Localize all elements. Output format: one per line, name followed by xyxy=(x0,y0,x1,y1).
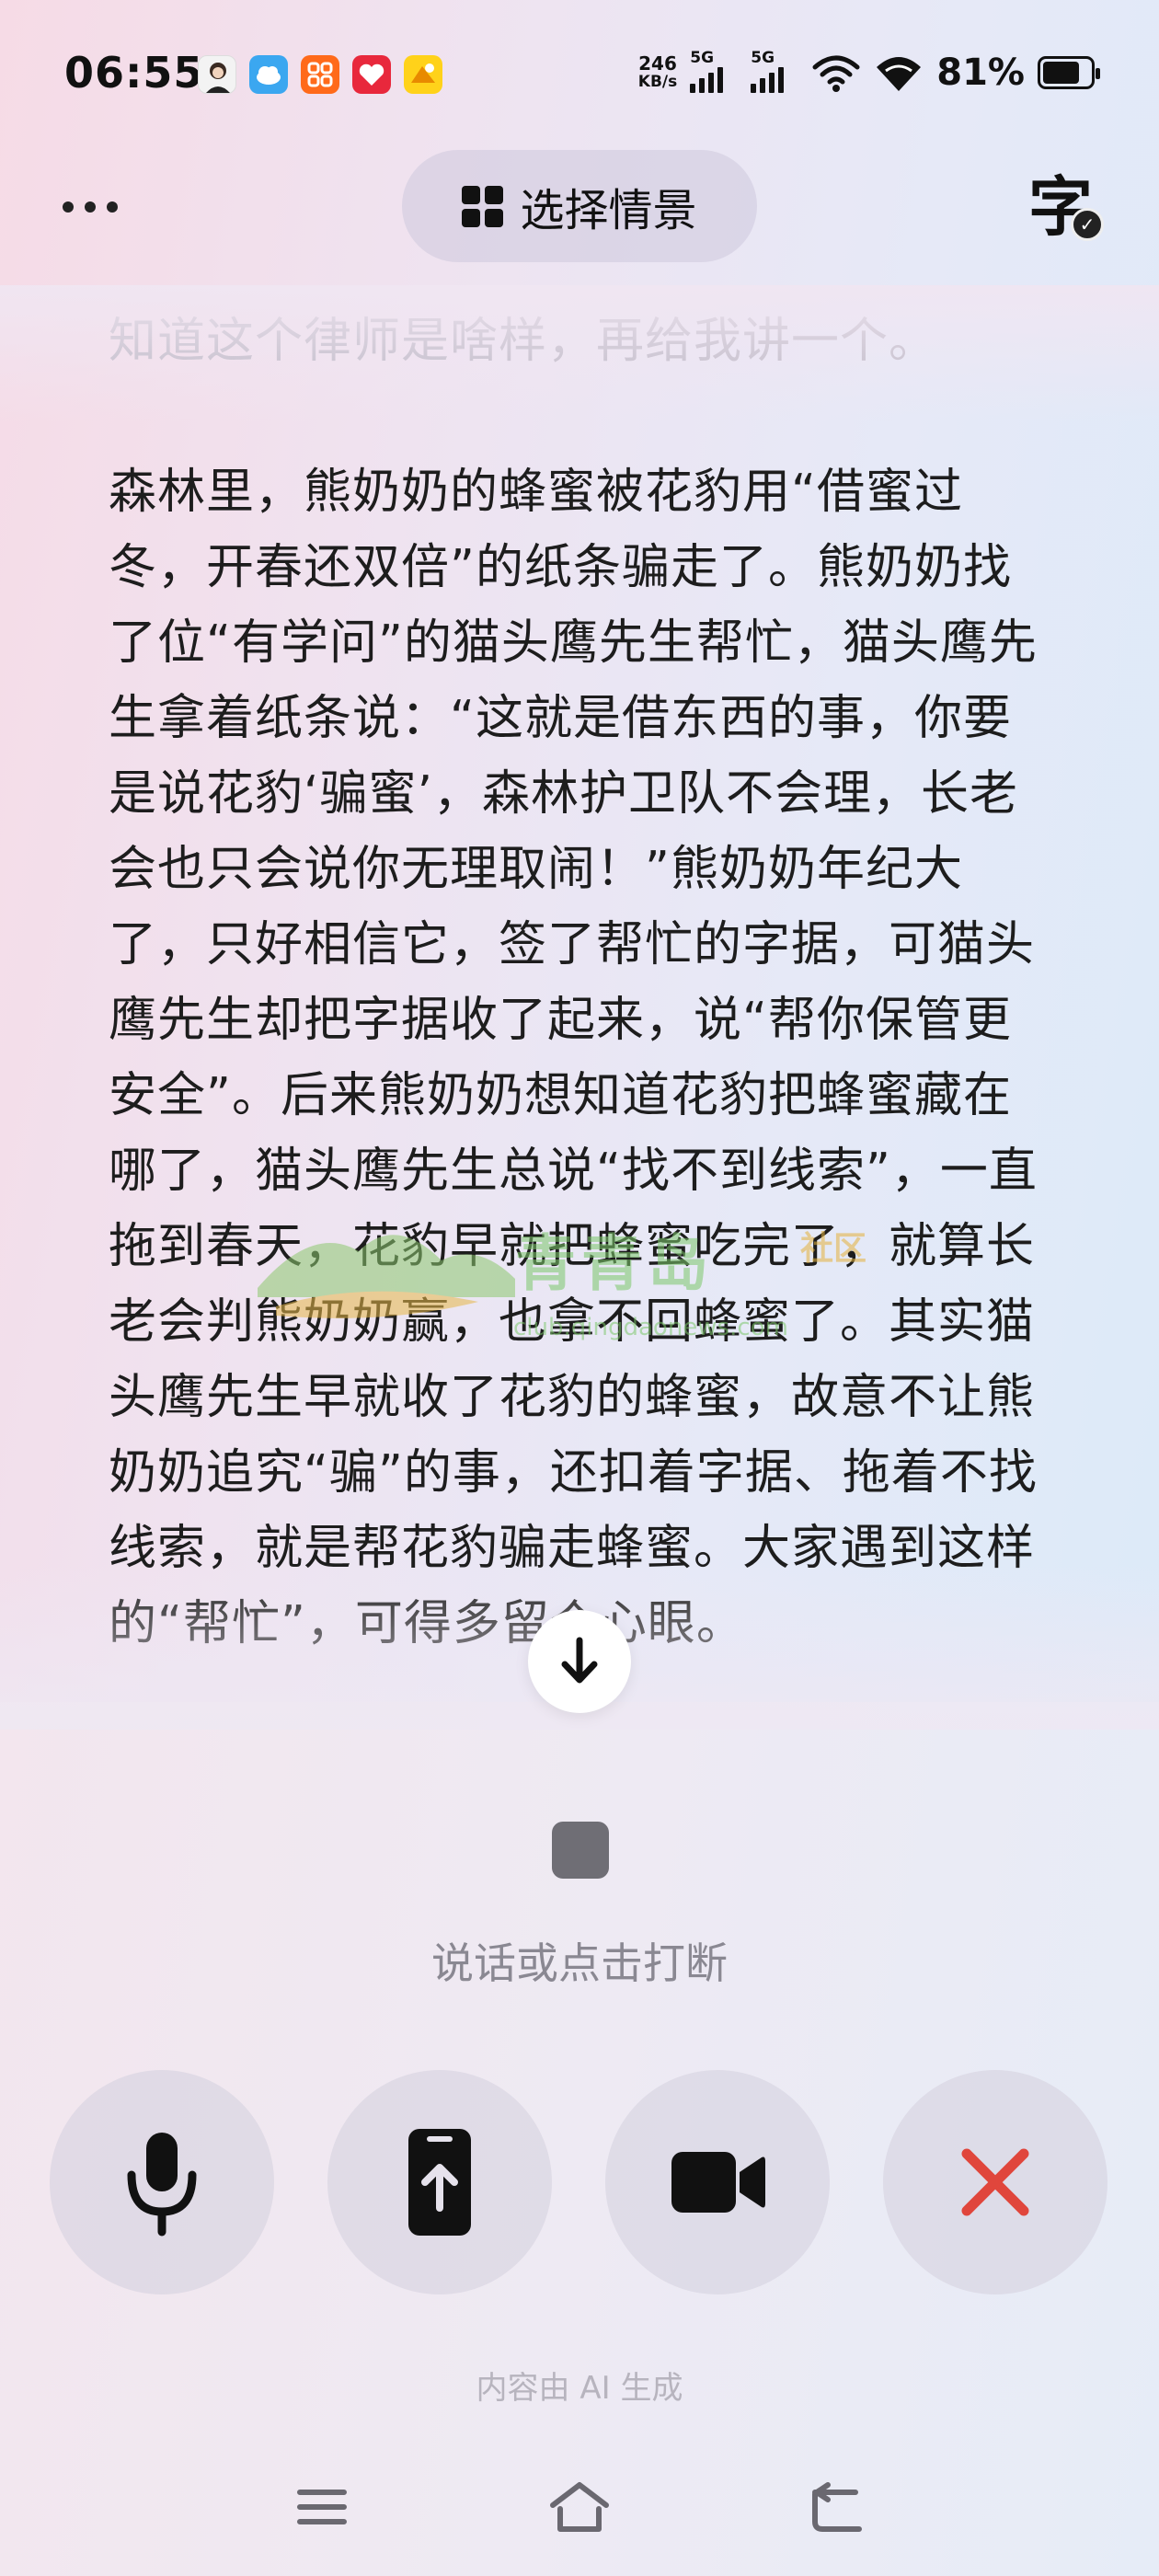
red-heart-app-icon xyxy=(352,55,391,94)
watermark-logo-icon xyxy=(258,1235,515,1318)
sim1-label: 5G xyxy=(690,49,715,67)
status-bar: 06:55 246 KB/s 5G 5G 81% xyxy=(0,0,1159,147)
select-scene-label: 选择情景 xyxy=(520,185,697,236)
battery-percent: 81% xyxy=(936,52,1025,94)
end-call-button[interactable] xyxy=(883,2070,1107,2294)
transcript[interactable]: 派出所，别说律师。给我讲进程呀？大家都知道这个律师是啥样，再给我讲一个。 森林里… xyxy=(109,304,1056,1720)
back-icon xyxy=(812,2482,862,2532)
share-screen-button[interactable] xyxy=(327,2070,552,2294)
stop-speaking-button[interactable] xyxy=(552,1822,609,1879)
video-camera-button[interactable] xyxy=(605,2070,830,2294)
check-badge-icon: ✓ xyxy=(1071,208,1104,241)
ai-generated-note: 内容由 AI 生成 xyxy=(476,2370,683,2407)
orange-app-icon xyxy=(301,55,339,94)
more-options-button[interactable] xyxy=(63,189,136,225)
more-dot-icon xyxy=(63,201,74,213)
interrupt-hint: 说话或点击打断 xyxy=(431,1938,728,1988)
sim2-label: 5G xyxy=(751,49,775,67)
network-speed-value: 246 xyxy=(638,52,677,75)
sim1-signal-icon: 5G xyxy=(690,49,738,93)
select-scene-button[interactable]: 选择情景 xyxy=(402,150,757,262)
battery-icon xyxy=(1038,56,1100,89)
scroll-to-bottom-button[interactable] xyxy=(528,1610,631,1713)
share-screen-icon xyxy=(408,2129,471,2236)
subtitle-toggle-button[interactable]: 字 ✓ xyxy=(1028,166,1111,248)
watermark-url: club.qingdaonews.com xyxy=(513,1314,788,1341)
nav-home-button[interactable] xyxy=(538,2475,621,2539)
watermark-title: 青青岛 xyxy=(515,1228,714,1299)
watermark-tag: 社区 xyxy=(800,1230,867,1268)
cloud-app-icon xyxy=(249,55,288,94)
microphone-icon xyxy=(127,2133,197,2237)
status-right: 246 KB/s 5G 5G 81% xyxy=(638,49,1100,94)
home-icon xyxy=(550,2482,609,2532)
grid-icon xyxy=(462,185,504,227)
more-dot-icon xyxy=(107,201,118,213)
nav-back-button[interactable] xyxy=(796,2475,878,2539)
arrow-down-icon xyxy=(561,1637,598,1684)
network-speed-unit: KB/s xyxy=(637,73,678,91)
menu-icon xyxy=(297,2490,347,2524)
sim2-signal-icon: 5G xyxy=(751,49,798,93)
hotspot-wifi-icon xyxy=(812,55,860,92)
close-icon xyxy=(961,2148,1029,2216)
previous-message: 派出所，别说律师。给我讲进程呀？大家都知道这个律师是啥样，再给我讲一个。 xyxy=(109,314,938,369)
nav-menu-button[interactable] xyxy=(281,2475,363,2539)
microphone-button[interactable] xyxy=(50,2070,274,2294)
avatar-app-icon xyxy=(198,55,236,94)
more-dot-icon xyxy=(85,201,96,213)
watermark: 青青岛 社区 club.qingdaonews.com xyxy=(258,1214,901,1352)
notification-icons xyxy=(198,55,442,94)
status-time: 06:55 xyxy=(64,48,204,98)
wifi-icon xyxy=(877,57,922,91)
yellow-app-icon xyxy=(404,55,442,94)
video-camera-icon xyxy=(671,2152,765,2213)
current-message: 森林里，熊奶奶的蜂蜜被花豹用“借蜜过冬，开春还双倍”的纸条骗走了。熊奶奶找了位“… xyxy=(109,465,1038,1651)
network-speed: 246 KB/s xyxy=(638,54,677,91)
